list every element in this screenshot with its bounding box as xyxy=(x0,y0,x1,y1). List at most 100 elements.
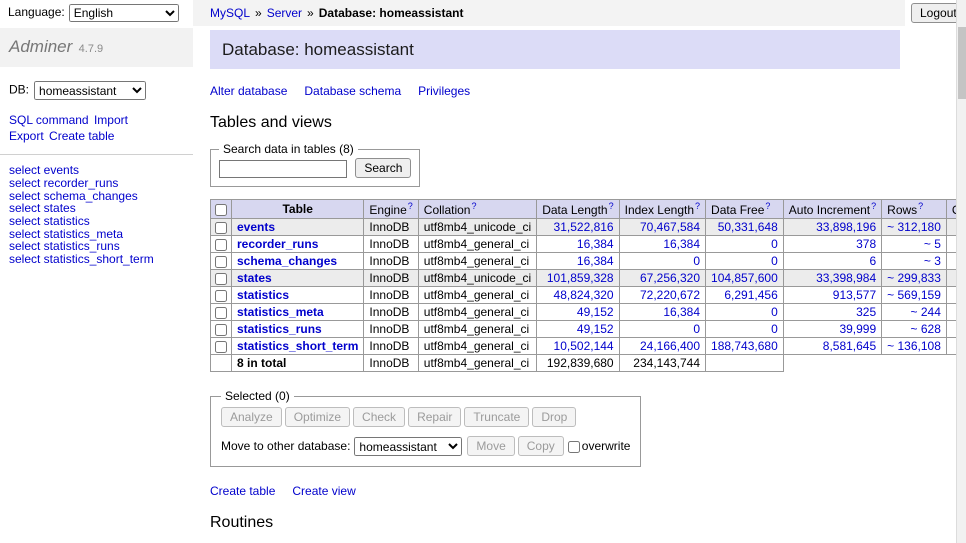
table-header-row: TableEngine?Collation?Data Length?Index … xyxy=(211,200,966,219)
sidebar-action-link[interactable]: SQL command xyxy=(9,113,89,127)
row-checkbox[interactable] xyxy=(215,273,227,285)
sidebar-table-link[interactable]: select recorder_runs xyxy=(9,177,184,190)
db-action-link[interactable]: Alter database xyxy=(210,84,287,98)
selected-check-button[interactable]: Check xyxy=(353,407,405,427)
sidebar-table-link[interactable]: select statistics_short_term xyxy=(9,253,184,266)
breadcrumb-mysql-link[interactable]: MySQL xyxy=(210,6,250,20)
table-name-link[interactable]: statistics_meta xyxy=(237,305,324,319)
row-checkbox[interactable] xyxy=(215,341,227,353)
rows-count-link[interactable]: ~ 312,180 xyxy=(887,220,941,234)
rows-count-link[interactable]: ~ 299,833 xyxy=(887,271,941,285)
total-collation-cell: utf8mb4_general_ci xyxy=(418,355,536,372)
column-header-collation: Collation? xyxy=(418,200,536,219)
help-icon[interactable]: ? xyxy=(918,201,923,211)
row-checkbox[interactable] xyxy=(215,307,227,319)
collation-cell: utf8mb4_general_ci xyxy=(418,321,536,338)
row-checkbox[interactable] xyxy=(215,256,227,268)
move-db-select[interactable]: homeassistant xyxy=(354,437,462,456)
help-icon[interactable]: ? xyxy=(609,201,614,211)
move-label: Move to other database: xyxy=(221,439,350,453)
row-checkbox[interactable] xyxy=(215,222,227,234)
sidebar-table-link[interactable]: select events xyxy=(9,164,184,177)
engine-cell: InnoDB xyxy=(364,219,418,236)
select-all-checkbox[interactable] xyxy=(215,204,227,216)
search-button[interactable]: Search xyxy=(355,158,411,178)
sidebar-action-link[interactable]: Import xyxy=(94,113,128,127)
rows-count-link[interactable]: ~ 136,108 xyxy=(887,339,941,353)
column-header-rows: Rows? xyxy=(882,200,947,219)
collation-cell: utf8mb4_general_ci xyxy=(418,236,536,253)
row-checkbox[interactable] xyxy=(215,290,227,302)
help-icon[interactable]: ? xyxy=(765,201,770,211)
engine-cell: InnoDB xyxy=(364,253,418,270)
rows-count-link[interactable]: ~ 569,159 xyxy=(887,288,941,302)
breadcrumb-separator: » xyxy=(255,6,262,20)
table-row: statesInnoDButf8mb4_unicode_ci101,859,32… xyxy=(211,270,966,287)
help-icon[interactable]: ? xyxy=(695,201,700,211)
data-length-cell: 48,824,320 xyxy=(537,287,619,304)
db-action-link[interactable]: Database schema xyxy=(304,84,401,98)
column-header-data-length: Data Length? xyxy=(537,200,619,219)
rows-count-link[interactable]: ~ 244 xyxy=(911,305,941,319)
data-length-cell: 101,859,328 xyxy=(537,270,619,287)
rows-count-link[interactable]: ~ 3 xyxy=(924,254,941,268)
table-name-link[interactable]: statistics_short_term xyxy=(237,339,358,353)
table-name-link[interactable]: events xyxy=(237,220,275,234)
total-data-free-cell xyxy=(706,355,784,372)
selected-truncate-button[interactable]: Truncate xyxy=(464,407,529,427)
move-row: Move to other database: homeassistant Move… xyxy=(221,436,630,456)
index-length-cell: 0 xyxy=(619,253,705,270)
selected-analyze-button[interactable]: Analyze xyxy=(221,407,282,427)
selected-repair-button[interactable]: Repair xyxy=(408,407,461,427)
sidebar-table-link[interactable]: select statistics xyxy=(9,215,184,228)
engine-cell: InnoDB xyxy=(364,236,418,253)
table-name-link[interactable]: schema_changes xyxy=(237,254,337,268)
column-header-index-length: Index Length? xyxy=(619,200,705,219)
table-name-link[interactable]: statistics_runs xyxy=(237,322,322,336)
search-input[interactable] xyxy=(219,160,347,178)
table-name-link[interactable]: states xyxy=(237,271,272,285)
help-icon[interactable]: ? xyxy=(471,201,476,211)
rows-count-link[interactable]: ~ 628 xyxy=(911,322,941,336)
table-name-link[interactable]: recorder_runs xyxy=(237,237,318,251)
index-length-cell: 67,256,320 xyxy=(619,270,705,287)
data-free-cell: 188,743,680 xyxy=(706,338,784,355)
auto-increment-cell: 325 xyxy=(783,304,881,321)
overwrite-label[interactable]: overwrite xyxy=(582,439,631,453)
help-icon[interactable]: ? xyxy=(408,201,413,211)
row-checkbox[interactable] xyxy=(215,324,227,336)
data-length-cell: 16,384 xyxy=(537,253,619,270)
breadcrumb-server-link[interactable]: Server xyxy=(267,6,302,20)
copy-button[interactable]: Copy xyxy=(518,436,564,456)
table-name-link[interactable]: statistics xyxy=(237,288,289,302)
language-select[interactable]: English xyxy=(69,4,179,22)
routines-heading: Routines xyxy=(210,514,966,532)
data-free-cell: 0 xyxy=(706,253,784,270)
auto-increment-cell: 39,999 xyxy=(783,321,881,338)
table-row: statistics_short_termInnoDButf8mb4_gener… xyxy=(211,338,966,355)
app-name: Adminer xyxy=(9,37,72,56)
create-link[interactable]: Create view xyxy=(292,484,355,498)
sidebar-action-link[interactable]: Create table xyxy=(49,129,114,143)
move-button[interactable]: Move xyxy=(467,436,514,456)
engine-cell: InnoDB xyxy=(364,270,418,287)
db-label: DB: xyxy=(9,83,29,97)
rows-count-link[interactable]: ~ 5 xyxy=(924,237,941,251)
row-checkbox[interactable] xyxy=(215,239,227,251)
vertical-scrollbar[interactable] xyxy=(956,0,966,543)
db-select[interactable]: homeassistant xyxy=(34,81,146,100)
index-length-cell: 70,467,584 xyxy=(619,219,705,236)
help-icon[interactable]: ? xyxy=(871,201,876,211)
total-engine-cell: InnoDB xyxy=(364,355,418,372)
table-row: schema_changesInnoDButf8mb4_general_ci16… xyxy=(211,253,966,270)
db-action-link[interactable]: Privileges xyxy=(418,84,470,98)
selected-optimize-button[interactable]: Optimize xyxy=(285,407,350,427)
sidebar-table-list: select eventsselect recorder_runsselect … xyxy=(0,154,193,272)
scrollbar-thumb[interactable] xyxy=(958,27,966,99)
overwrite-checkbox[interactable] xyxy=(568,441,580,453)
selected-drop-button[interactable]: Drop xyxy=(532,407,576,427)
sidebar-action-link[interactable]: Export xyxy=(9,129,44,143)
create-link[interactable]: Create table xyxy=(210,484,275,498)
table-row: statistics_metaInnoDButf8mb4_general_ci4… xyxy=(211,304,966,321)
db-selector-row: DB: homeassistant xyxy=(0,67,193,100)
